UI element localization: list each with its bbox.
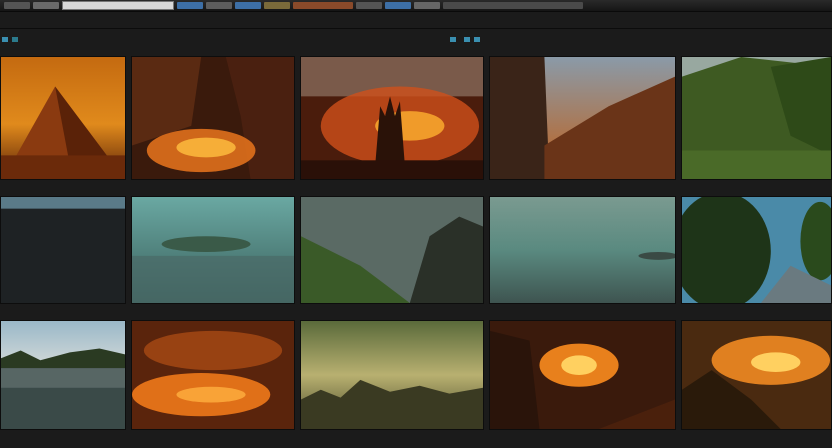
view-icon[interactable] <box>450 36 456 42</box>
thumbnail-grid <box>0 56 832 448</box>
toolbar <box>0 33 832 45</box>
top-tab[interactable] <box>443 2 583 9</box>
top-tab[interactable] <box>33 2 59 9</box>
top-tab[interactable] <box>206 2 232 9</box>
top-tab[interactable] <box>414 2 440 9</box>
top-tab[interactable] <box>177 2 203 9</box>
thumbnail-image[interactable] <box>131 196 295 304</box>
top-tab[interactable] <box>293 2 353 9</box>
top-tab[interactable] <box>356 2 382 9</box>
thumbnail-image[interactable] <box>489 320 676 430</box>
thumbnail-image[interactable] <box>681 56 832 180</box>
thumbnail-image[interactable] <box>300 196 484 304</box>
thumbnail-image[interactable] <box>300 320 484 430</box>
thumbnail-image[interactable] <box>131 320 295 430</box>
thumbnail-image[interactable] <box>681 196 832 304</box>
list-icon[interactable] <box>474 36 480 42</box>
divider <box>0 28 832 29</box>
thumbnail-image[interactable] <box>131 56 295 180</box>
top-tab-bar <box>0 0 832 12</box>
top-tab[interactable] <box>385 2 411 9</box>
grid-icon[interactable] <box>464 36 470 42</box>
thumbnail-image[interactable] <box>681 320 832 430</box>
window-title[interactable] <box>62 1 174 10</box>
filter-icon[interactable] <box>12 36 18 42</box>
folder-icon[interactable] <box>2 36 8 42</box>
top-tab[interactable] <box>264 2 290 9</box>
top-tab[interactable] <box>235 2 261 9</box>
thumbnail-image[interactable] <box>0 196 126 304</box>
thumbnail-image[interactable] <box>489 196 676 304</box>
thumbnail-image[interactable] <box>489 56 676 180</box>
top-tab[interactable] <box>4 2 30 9</box>
thumbnail-image[interactable] <box>0 320 126 430</box>
thumbnail-image[interactable] <box>300 56 484 180</box>
thumbnail-image[interactable] <box>0 56 126 180</box>
